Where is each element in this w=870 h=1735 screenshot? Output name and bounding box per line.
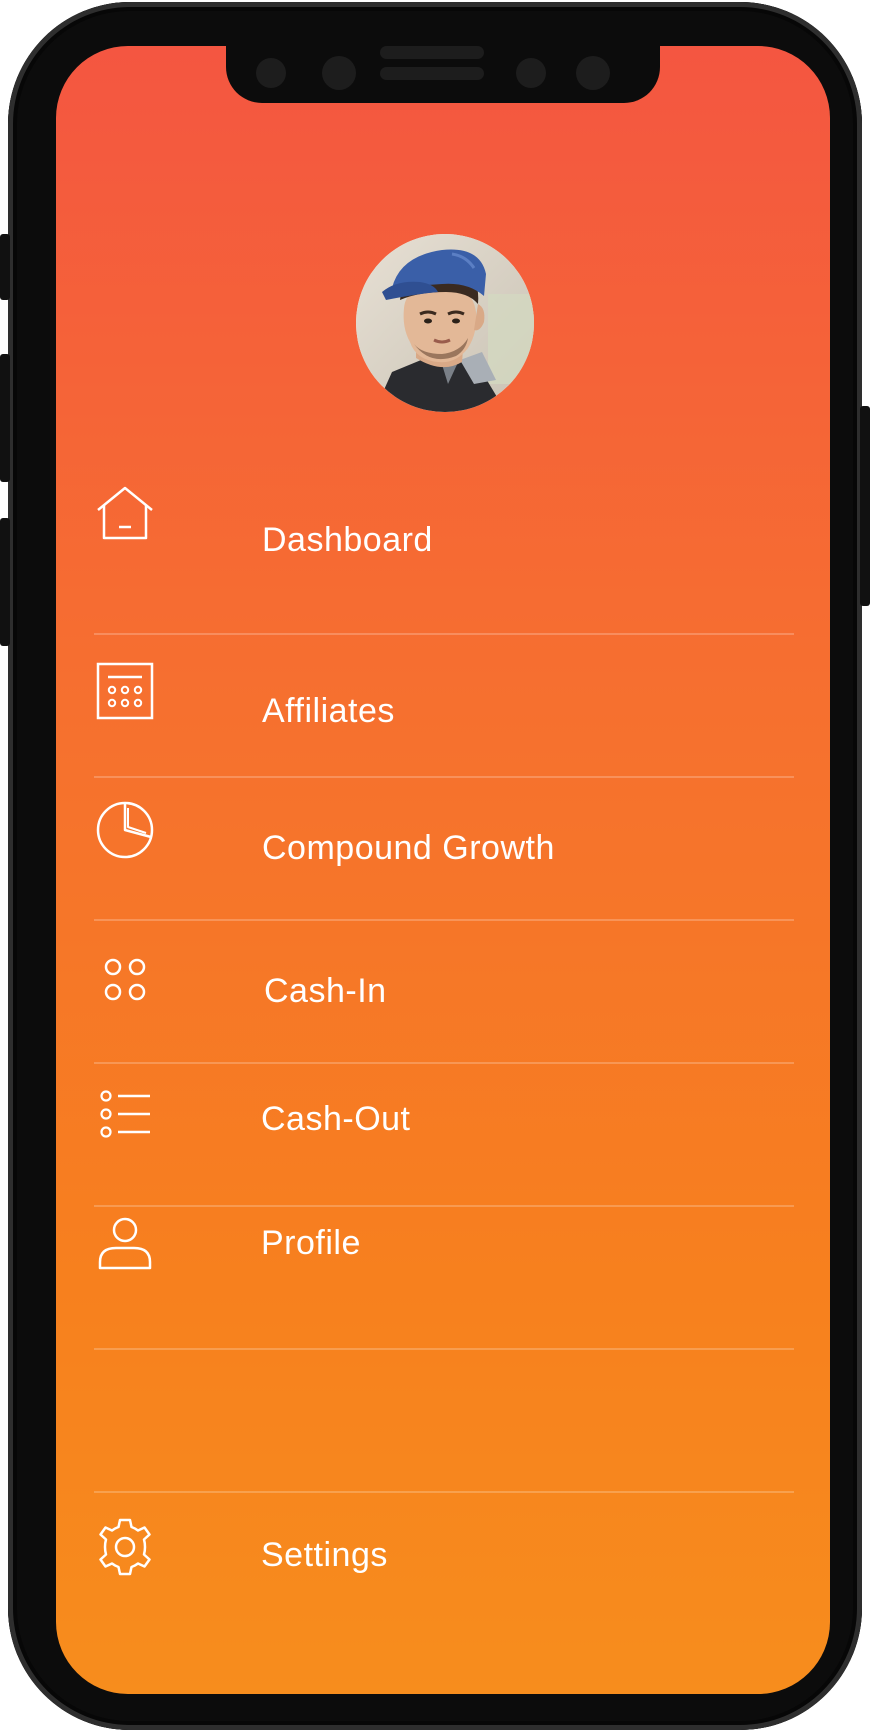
front-sensor	[256, 58, 286, 88]
calendar-grid-icon	[96, 662, 154, 720]
volume-down-button	[0, 518, 10, 646]
menu-label-dashboard: Dashboard	[262, 521, 433, 559]
notch	[226, 46, 660, 103]
front-camera	[322, 56, 356, 90]
list-icon	[100, 1090, 150, 1138]
app-screen: Dashboard Affiliates Compound Growth Cas…	[56, 46, 830, 1694]
four-dots-icon	[104, 958, 146, 1001]
pie-chart-icon	[96, 801, 154, 859]
menu-item-profile[interactable]: Profile	[94, 1206, 794, 1348]
earpiece-grill	[380, 67, 484, 80]
earpiece-speaker	[380, 46, 484, 59]
phone-frame: Dashboard Affiliates Compound Growth Cas…	[0, 2, 870, 1730]
home-icon	[97, 486, 153, 540]
menu-item-cash-out[interactable]: Cash-Out	[94, 1063, 794, 1205]
mute-switch	[0, 234, 10, 300]
volume-up-button	[0, 354, 10, 482]
user-icon	[98, 1217, 152, 1270]
menu-label-cash-out: Cash-Out	[261, 1100, 411, 1138]
proximity-sensor	[516, 58, 546, 88]
menu-item-affiliates[interactable]: Affiliates	[94, 634, 794, 776]
menu-item-compound-growth[interactable]: Compound Growth	[94, 777, 794, 919]
menu-item-dashboard[interactable]: Dashboard	[94, 456, 794, 598]
menu-label-settings: Settings	[261, 1536, 388, 1574]
menu-item-cash-in[interactable]: Cash-In	[94, 920, 794, 1062]
avatar[interactable]	[356, 234, 534, 412]
menu-item-empty	[94, 1349, 794, 1491]
avatar-photo	[356, 234, 534, 412]
ambient-light-sensor	[576, 56, 610, 90]
menu-label-compound-growth: Compound Growth	[262, 829, 555, 867]
menu-label-profile: Profile	[261, 1224, 361, 1262]
gear-icon	[99, 1518, 151, 1576]
menu-label-affiliates: Affiliates	[262, 692, 395, 730]
power-button	[860, 406, 870, 606]
menu-item-settings[interactable]: Settings	[94, 1492, 794, 1634]
menu-label-cash-in: Cash-In	[264, 972, 387, 1010]
